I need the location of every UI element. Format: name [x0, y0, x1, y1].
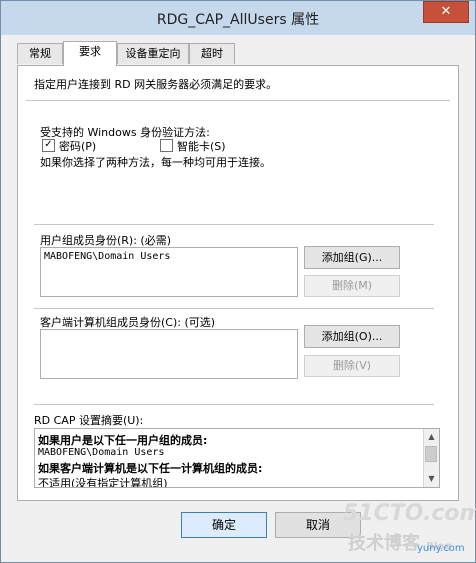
ok-button[interactable]: 确定 — [181, 512, 267, 538]
summary-label: RD CAP 设置摘要(U): — [34, 414, 144, 427]
scroll-down-icon[interactable]: ▼ — [424, 472, 439, 486]
tab-timeouts[interactable]: 超时 — [189, 43, 235, 64]
tab-label: 设备重定向 — [125, 47, 181, 60]
list-item[interactable]: MABOFENG\Domain Users — [44, 251, 170, 262]
watermark: yuny.com — [417, 543, 465, 554]
summary-line: 如果用户是以下任一用户组的成员: — [38, 434, 208, 447]
add-computer-group-button[interactable]: 添加组(O)... — [304, 325, 400, 348]
password-label: 密码(P) — [59, 140, 97, 153]
add-user-group-button[interactable]: 添加组(G)... — [304, 246, 400, 269]
close-button[interactable]: ✕ — [423, 1, 469, 23]
title-bar[interactable]: RDG_CAP_AllUsers 属性 ✕ — [1, 1, 475, 35]
tab-requirements[interactable]: 要求 — [63, 41, 117, 66]
separator — [34, 404, 434, 405]
password-checkbox[interactable]: ✓ — [42, 139, 55, 152]
computer-groups-label: 客户端计算机组成员身份(C): (可选) — [40, 316, 216, 329]
user-groups-label: 用户组成员身份(R): (必需) — [40, 234, 172, 247]
separator — [34, 308, 434, 309]
tab-general[interactable]: 常规 — [17, 43, 63, 64]
separator — [34, 224, 434, 225]
checkmark-icon: ✓ — [44, 139, 53, 150]
requirements-panel: 指定用户连接到 RD 网关服务器必须满足的要求。 受支持的 Windows 身份… — [17, 65, 459, 501]
computer-groups-list[interactable] — [40, 329, 298, 379]
smartcard-checkbox[interactable] — [160, 139, 173, 152]
properties-dialog: RDG_CAP_AllUsers 属性 ✕ 常规 要求 设备重定向 超时 指定用… — [0, 0, 476, 563]
watermark: 51CTO.com — [343, 501, 476, 526]
summary-scrollbar[interactable]: ▲ ▼ — [423, 429, 439, 487]
tab-label: 超时 — [201, 47, 223, 60]
user-groups-list[interactable]: MABOFENG\Domain Users — [40, 247, 298, 297]
separator — [26, 100, 450, 101]
summary-textbox[interactable]: 如果用户是以下任一用户组的成员: MABOFENG\Domain Users 如… — [34, 428, 440, 488]
smartcard-label: 智能卡(S) — [177, 140, 226, 153]
tab-device-redirection[interactable]: 设备重定向 — [117, 43, 189, 64]
summary-line: 如果客户端计算机是以下任一计算机组的成员: — [38, 462, 263, 475]
requirements-description: 指定用户连接到 RD 网关服务器必须满足的要求。 — [34, 78, 278, 91]
auth-note: 如果你选择了两种方法，每一种均可用于连接。 — [40, 156, 271, 169]
window-title: RDG_CAP_AllUsers 属性 — [156, 12, 320, 28]
watermark-text: 技术博客 — [348, 533, 420, 554]
summary-line: MABOFENG\Domain Users — [38, 447, 165, 458]
tab-label: 要求 — [79, 45, 101, 58]
close-icon: ✕ — [440, 4, 452, 19]
remove-user-group-button[interactable]: 删除(M) — [304, 275, 400, 297]
remove-computer-group-button[interactable]: 删除(V) — [304, 355, 400, 377]
scrollbar-thumb[interactable] — [425, 446, 437, 462]
tab-label: 常规 — [29, 47, 51, 60]
summary-line: 不适用(没有指定计算机组) — [38, 477, 168, 488]
scroll-up-icon[interactable]: ▲ — [424, 430, 439, 444]
